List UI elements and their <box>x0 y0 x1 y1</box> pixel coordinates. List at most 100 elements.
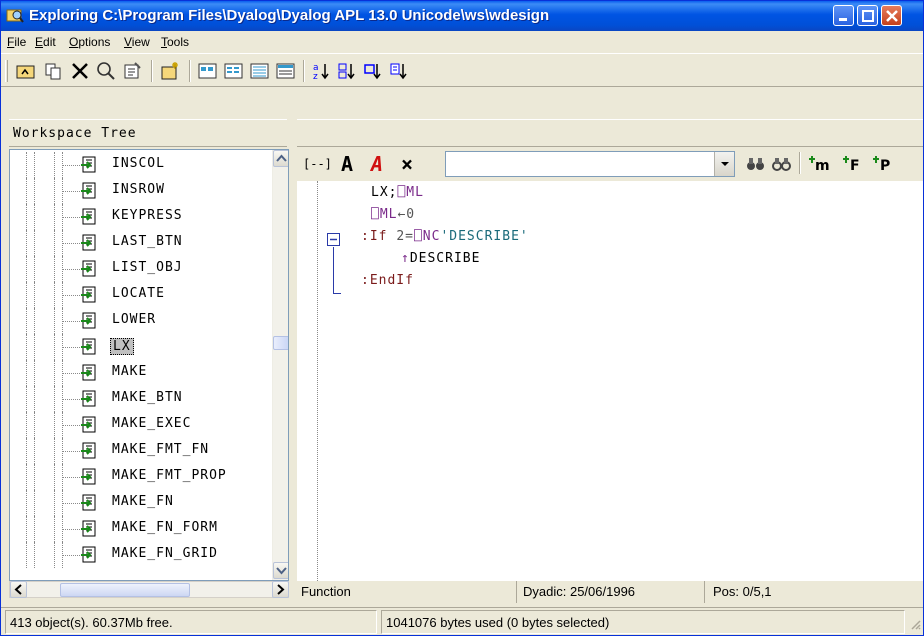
toolbar-grip[interactable] <box>5 60 8 82</box>
minimize-button[interactable] <box>833 5 854 26</box>
list-view-icon[interactable] <box>249 61 271 81</box>
tree-item[interactable]: MAKE_BTN <box>10 386 270 412</box>
tree-item[interactable]: MAKE <box>10 360 270 386</box>
workspace-tree[interactable]: INSCOL INSROW KEYPRESS LAST_BTN LIST_OBJ LOCA… <box>9 149 289 581</box>
delete-icon[interactable] <box>69 61 91 81</box>
close-editor-button[interactable]: × <box>401 152 413 176</box>
tree-item[interactable]: INSCOL <box>10 152 270 178</box>
tree-guide-line <box>62 334 63 360</box>
code-line: LX;⎕ML <box>371 185 424 200</box>
small-icons-view-icon[interactable] <box>223 61 245 81</box>
scroll-down-button[interactable] <box>273 562 288 579</box>
code-editor[interactable]: LX;⎕ML ⎕ML←0:If 2=⎕NC'DESCRIBE' ↑DESCRIBE:… <box>297 181 923 581</box>
scroll-thumb[interactable] <box>273 336 288 350</box>
tree-guide-line <box>62 308 63 334</box>
tree-item[interactable]: MAKE_FN <box>10 490 270 516</box>
scroll-thumb[interactable] <box>60 583 190 597</box>
tree-item[interactable]: LAST_BTN <box>10 230 270 256</box>
object-type: Function <box>297 581 517 603</box>
insert-property-icon[interactable]: P <box>873 154 895 178</box>
close-icon <box>886 10 898 22</box>
scroll-right-button[interactable] <box>272 581 289 598</box>
tree-branch-line <box>62 347 80 348</box>
toggle-localisation-button[interactable]: A <box>341 152 353 176</box>
large-icons-view-icon[interactable] <box>197 61 219 81</box>
scroll-up-button[interactable] <box>273 150 288 167</box>
new-icon[interactable] <box>159 61 181 81</box>
tree-guide-line <box>62 542 63 568</box>
code-token: ⎕NC <box>413 229 441 244</box>
minimize-icon <box>839 18 847 21</box>
properties-icon[interactable] <box>121 61 143 81</box>
sort-by-size-icon[interactable] <box>363 61 385 81</box>
tree-guide-line <box>54 386 55 412</box>
tree-item[interactable]: MAKE_EXEC <box>10 412 270 438</box>
tree-item[interactable]: LIST_OBJ <box>10 256 270 282</box>
insert-function-icon[interactable]: F <box>843 154 865 178</box>
find-icon[interactable] <box>95 61 117 81</box>
toggle-brackets-button[interactable]: [--] <box>303 157 332 181</box>
tree-item[interactable]: LX <box>10 334 270 360</box>
search-combo[interactable] <box>445 151 735 177</box>
function-icon <box>80 182 98 200</box>
code-token: ↑ <box>401 251 410 266</box>
tree-item[interactable]: LOWER <box>10 308 270 334</box>
menu-options[interactable]: Options <box>69 35 110 49</box>
function-icon <box>80 416 98 434</box>
function-icon <box>80 494 98 512</box>
tree-guide-line <box>62 152 63 178</box>
sort-by-type-icon[interactable] <box>337 61 359 81</box>
tree-item[interactable]: MAKE_FMT_FN <box>10 438 270 464</box>
function-icon <box>80 364 98 382</box>
sort-by-name-icon[interactable]: az <box>311 61 333 82</box>
tree-branch-line <box>62 321 80 322</box>
tree-guide-line <box>34 490 35 516</box>
tree-item-label: INSROW <box>112 182 165 197</box>
scroll-left-button[interactable] <box>10 581 27 598</box>
tree-guide-line <box>54 230 55 256</box>
menu-view[interactable]: View <box>124 35 150 49</box>
sort-by-date-icon[interactable] <box>389 61 411 81</box>
up-folder-icon[interactable] <box>15 61 37 81</box>
function-icon <box>80 260 98 278</box>
tree-vertical-scrollbar[interactable] <box>272 150 288 580</box>
tree-item[interactable]: MAKE_FN_FORM <box>10 516 270 542</box>
tree-item[interactable]: INSROW <box>10 178 270 204</box>
close-button[interactable] <box>881 5 902 26</box>
fold-toggle[interactable] <box>327 233 340 246</box>
tree-item[interactable]: MAKE_FN_GRID <box>10 542 270 568</box>
tree-guide-line <box>26 490 27 516</box>
find-next-icon[interactable] <box>771 154 793 178</box>
status-bar: 413 object(s). 60.37Mb free. 1041076 byt… <box>1 607 923 635</box>
pane-splitter[interactable] <box>289 119 297 603</box>
find-icon[interactable] <box>745 154 767 178</box>
insert-monadic-icon[interactable]: m <box>809 154 835 178</box>
menu-file[interactable]: File <box>7 35 26 49</box>
search-combo-dropdown[interactable] <box>714 152 734 176</box>
clear-localisation-button[interactable]: A <box>371 152 383 176</box>
tree-guide-line <box>34 386 35 412</box>
tree-branch-line <box>62 399 80 400</box>
details-view-icon[interactable] <box>275 61 297 81</box>
code-token: ⎕ML <box>397 185 424 200</box>
tree-guide-line <box>62 438 63 464</box>
editor-toolbar: [--] A A × m F P <box>297 149 923 179</box>
svg-text:z: z <box>313 72 318 81</box>
resize-grip-icon[interactable] <box>909 618 921 633</box>
cursor-position: Pos: 0/5,1 <box>713 584 772 599</box>
tree-item[interactable]: LOCATE <box>10 282 270 308</box>
menu-bar: File Edit Options View Tools <box>1 31 923 53</box>
menu-tools[interactable]: Tools <box>161 35 189 49</box>
maximize-button[interactable] <box>857 5 878 26</box>
copy-icon[interactable] <box>43 61 65 81</box>
tree-horizontal-scrollbar[interactable] <box>9 581 289 598</box>
code-token: 'DESCRIBE' <box>440 229 529 244</box>
tree-item[interactable]: MAKE_FMT_PROP <box>10 464 270 490</box>
tree-item[interactable]: KEYPRESS <box>10 204 270 230</box>
title-bar[interactable]: Exploring C:\Program Files\Dyalog\Dyalog… <box>1 1 923 31</box>
tree-item-label: INSCOL <box>112 156 165 171</box>
menu-edit[interactable]: Edit <box>35 35 56 49</box>
tree-guide-line <box>62 178 63 204</box>
tree-guide-line <box>62 464 63 490</box>
tree-guide-line <box>54 516 55 542</box>
